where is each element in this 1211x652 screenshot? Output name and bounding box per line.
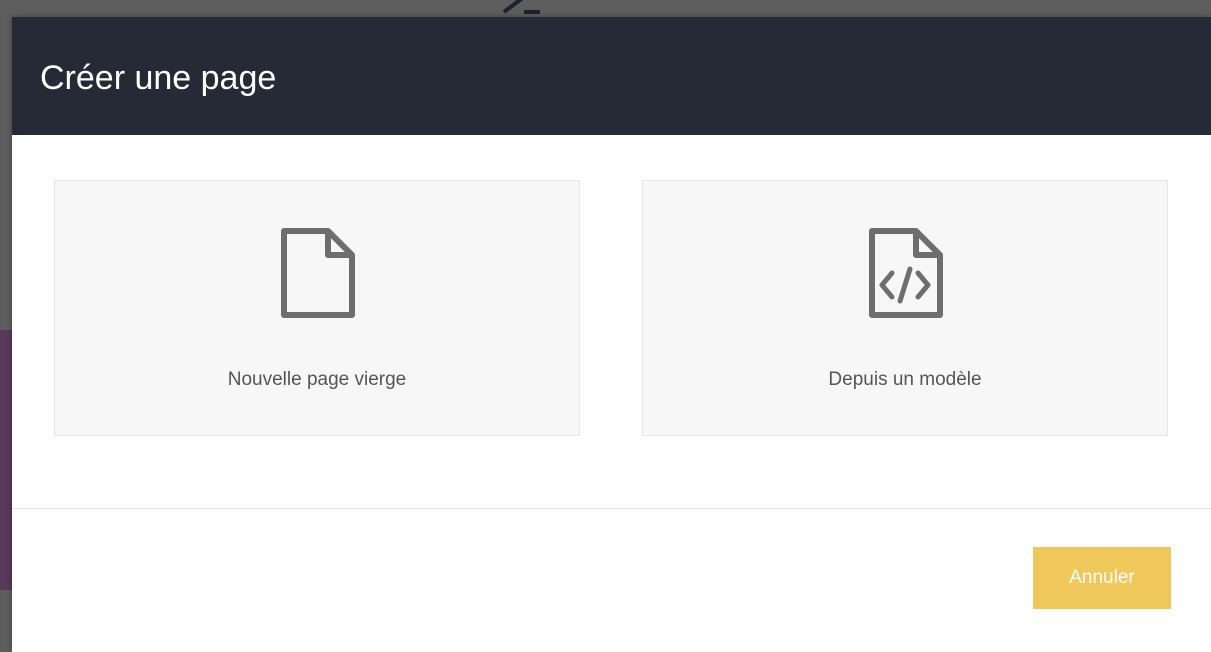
backdrop-logo	[500, 0, 544, 16]
backdrop-sidebar-strip	[0, 330, 12, 590]
create-page-modal: Créer une page Nouvelle page vierge Depu…	[12, 17, 1211, 652]
cancel-button[interactable]: Annuler	[1033, 547, 1171, 609]
blank-file-icon	[272, 223, 362, 323]
modal-body: Nouvelle page vierge Depuis un modèle	[12, 135, 1211, 509]
modal-footer: Annuler	[12, 509, 1211, 652]
from-template-option[interactable]: Depuis un modèle	[642, 180, 1168, 436]
from-template-option-label: Depuis un modèle	[828, 369, 982, 390]
modal-header: Créer une page	[12, 17, 1211, 135]
blank-page-option[interactable]: Nouvelle page vierge	[54, 180, 580, 436]
modal-title: Créer une page	[40, 58, 277, 97]
code-file-icon	[860, 223, 950, 323]
blank-page-option-label: Nouvelle page vierge	[227, 369, 407, 390]
logo-mark-icon	[502, 0, 540, 14]
